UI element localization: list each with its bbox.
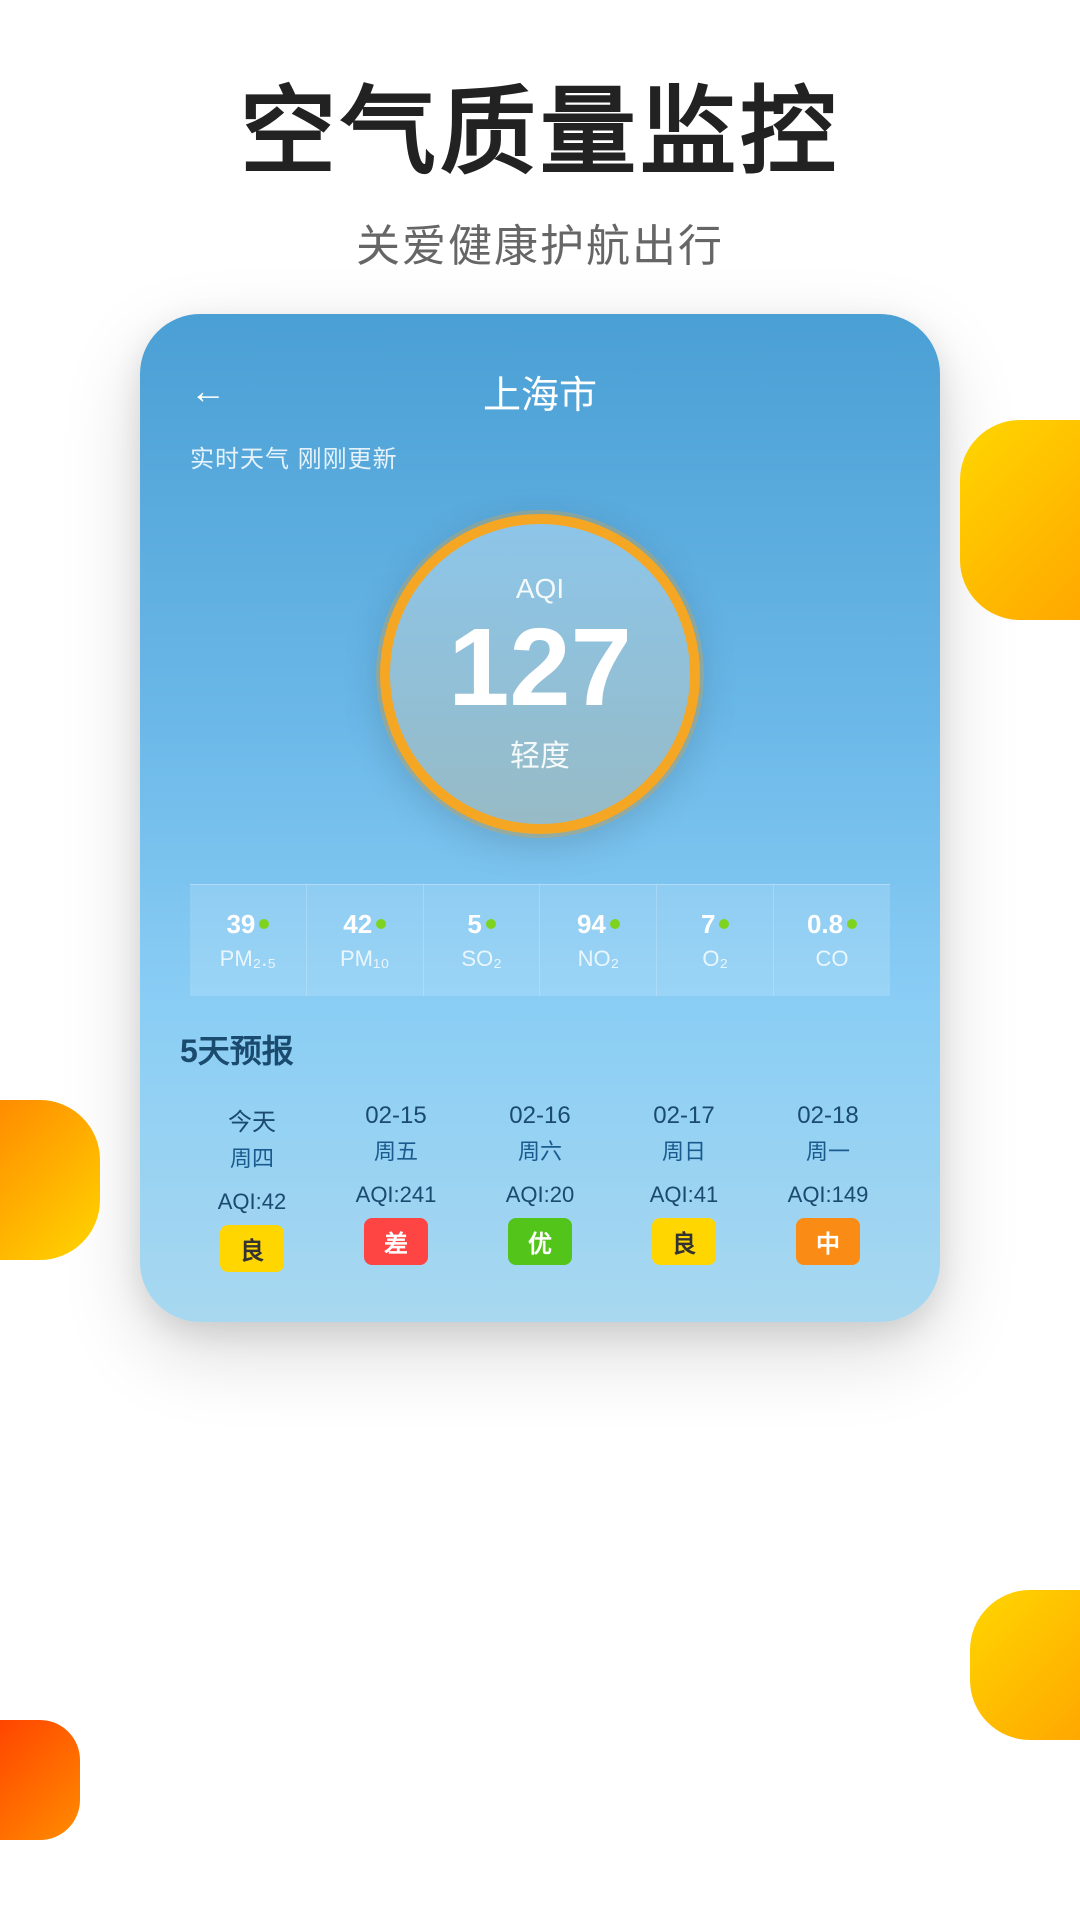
deco-red-left-bottom <box>0 1720 80 1840</box>
pollutant-value: 42 <box>343 909 372 940</box>
city-name: 上海市 <box>483 364 597 419</box>
app-nav: ← 上海市 <box>190 364 890 419</box>
pollutant-name: CO <box>784 946 880 972</box>
aqi-circle-container: AQI 127 轻度 <box>190 514 890 834</box>
forecast-badge: 差 <box>364 1218 428 1265</box>
forecast-day: 02-17 周日 AQI:41 良 <box>612 1102 756 1272</box>
forecast-date: 02-15 <box>324 1102 468 1130</box>
main-title: 空气质量监控 <box>0 80 1080 186</box>
forecast-aqi-label: AQI:41 <box>612 1182 756 1208</box>
pollutant-item: 94 NO₂ <box>540 885 657 996</box>
pollutant-name: PM₁₀ <box>317 946 413 972</box>
aqi-circle: AQI 127 轻度 <box>380 514 700 834</box>
forecast-weekday: 周日 <box>612 1134 756 1166</box>
forecast-title: 5天预报 <box>180 1026 900 1072</box>
aqi-quality: 轻度 <box>510 731 570 775</box>
pollutant-item: 0.8 CO <box>774 885 890 996</box>
pollutant-name: SO₂ <box>434 946 530 972</box>
pollutant-value: 39 <box>226 909 255 940</box>
forecast-badge: 良 <box>652 1218 716 1265</box>
weather-info-bar: 实时天气 刚刚更新 <box>190 439 890 474</box>
pollutant-item: 39 PM₂.₅ <box>190 885 307 996</box>
app-top: ← 上海市 实时天气 刚刚更新 AQI 127 轻度 39 PM₂.₅ 42 PM₁₀… <box>140 314 940 996</box>
forecast-date: 今天 <box>180 1102 324 1137</box>
forecast-weekday: 周五 <box>324 1134 468 1166</box>
pollutant-value: 94 <box>577 909 606 940</box>
pollutant-dot <box>610 919 620 929</box>
pollutant-dot <box>376 919 386 929</box>
forecast-day: 今天周四 AQI:42 良 <box>180 1102 324 1272</box>
forecast-badge: 良 <box>220 1225 284 1272</box>
forecast-date: 02-18 <box>756 1102 900 1130</box>
pollutant-item: 7 O₂ <box>657 885 774 996</box>
forecast-weekday: 周一 <box>756 1134 900 1166</box>
pollutant-name: O₂ <box>667 946 763 972</box>
pollutant-dot <box>847 919 857 929</box>
forecast-aqi-label: AQI:20 <box>468 1182 612 1208</box>
deco-yellow-right-bottom <box>970 1590 1080 1740</box>
pollutant-value: 7 <box>701 909 715 940</box>
forecast-day: 02-15 周五 AQI:241 差 <box>324 1102 468 1272</box>
page-wrapper: 空气质量监控 关爱健康护航出行 ← 上海市 实时天气 刚刚更新 AQI 127 … <box>0 0 1080 1920</box>
forecast-badge: 中 <box>796 1218 860 1265</box>
aqi-label: AQI <box>516 573 564 605</box>
pollutants-row: 39 PM₂.₅ 42 PM₁₀ 5 SO₂ 94 NO₂ 7 O₂ 0.8 CO <box>190 884 890 996</box>
forecast-day: 02-18 周一 AQI:149 中 <box>756 1102 900 1272</box>
forecast-badge: 优 <box>508 1218 572 1265</box>
forecast-weekday: 周六 <box>468 1134 612 1166</box>
forecast-weekday: 周四 <box>180 1141 324 1173</box>
deco-yellow-right <box>960 420 1080 620</box>
pollutant-item: 5 SO₂ <box>424 885 541 996</box>
pollutant-item: 42 PM₁₀ <box>307 885 424 996</box>
pollutant-dot <box>259 919 269 929</box>
forecast-day: 02-16 周六 AQI:20 优 <box>468 1102 612 1272</box>
forecast-row: 今天周四 AQI:42 良 02-15 周五 AQI:241 差 02-16 周六 AQI:20 优… <box>180 1102 900 1272</box>
pollutant-name: NO₂ <box>550 946 646 972</box>
forecast-aqi-label: AQI:149 <box>756 1182 900 1208</box>
forecast-section: 5天预报 今天周四AQI:42良02-15周五AQI:241差02-16周六AQ… <box>140 996 940 1322</box>
forecast-date: 02-16 <box>468 1102 612 1130</box>
phone-container: ← 上海市 实时天气 刚刚更新 AQI 127 轻度 39 PM₂.₅ 42 PM₁₀… <box>140 314 940 1322</box>
aqi-value: 127 <box>448 613 632 723</box>
pollutant-dot <box>486 919 496 929</box>
deco-yellow-left-bottom <box>0 1100 100 1260</box>
sub-title: 关爱健康护航出行 <box>0 210 1080 274</box>
back-button[interactable]: ← <box>190 370 226 412</box>
forecast-aqi-label: AQI:42 <box>180 1189 324 1215</box>
pollutant-name: PM₂.₅ <box>200 946 296 972</box>
forecast-date: 02-17 <box>612 1102 756 1130</box>
forecast-aqi-label: AQI:241 <box>324 1182 468 1208</box>
pollutant-dot <box>719 919 729 929</box>
pollutant-value: 0.8 <box>807 909 843 940</box>
pollutant-value: 5 <box>467 909 481 940</box>
header-section: 空气质量监控 关爱健康护航出行 <box>0 0 1080 334</box>
